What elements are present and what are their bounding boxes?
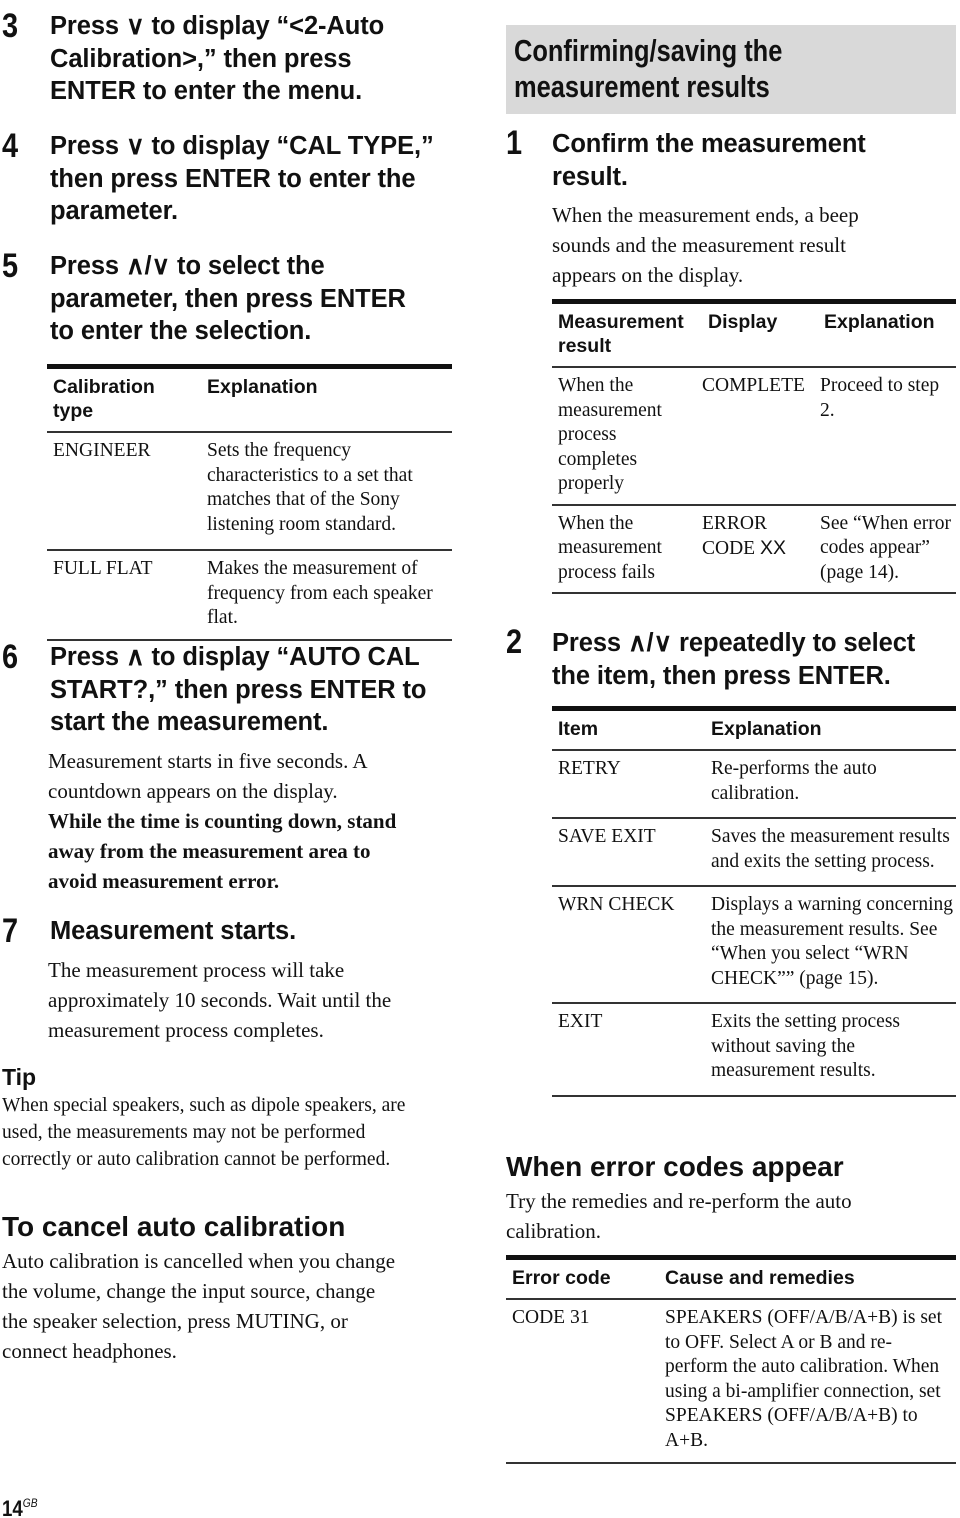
step-title: Press ∧ to display “AUTO CAL START?,” th…: [50, 643, 427, 736]
table-row: WRN CHECK Displays a warning concerning …: [552, 886, 956, 1004]
calibration-type-table: Calibration type Explanation ENGINEER Se…: [47, 364, 452, 641]
table-row: CODE 31 SPEAKERS (OFF/A/B/A+B) is set to…: [506, 1299, 956, 1464]
step-number: 6: [2, 638, 19, 676]
column-header: Measurement result: [552, 299, 702, 368]
table-row: SAVE EXIT Saves the measurement results …: [552, 818, 956, 887]
column-header: Explanation: [818, 299, 956, 368]
result-display: ERROR CODE XX: [702, 504, 818, 594]
table-row: When the measurement process completes p…: [552, 367, 956, 506]
error-remedy: SPEAKERS (OFF/A/B/A+B) is set to OFF. Se…: [659, 1299, 956, 1464]
error-codes-intro: Try the remedies and re-perform the auto…: [506, 1189, 852, 1243]
step-title: Press ∨ to display “CAL TYPE,” then pres…: [50, 132, 434, 225]
section-banner: Confirming/saving the measurement result…: [506, 25, 956, 114]
column-header: Cause and remedies: [659, 1255, 956, 1300]
result-condition: When the measurement process fails: [552, 504, 702, 594]
step-number: 5: [2, 247, 19, 285]
tip-heading: Tip: [2, 1064, 37, 1090]
table-row: RETRY Re-performs the auto calibration.: [552, 750, 956, 819]
step-number: 4: [2, 127, 19, 165]
column-header: Calibration type: [47, 364, 201, 433]
error-code-placeholder: XX: [759, 537, 786, 559]
item-name: WRN CHECK: [552, 886, 705, 1004]
section-title: Confirming/saving the measurement result…: [514, 33, 783, 104]
step-title: Press ∨ to display “<2-Auto Calibration>…: [50, 12, 385, 105]
error-code: CODE 31: [506, 1299, 659, 1464]
tip-text: When special speakers, such as dipole sp…: [2, 1095, 406, 1170]
column-header: Explanation: [201, 364, 452, 433]
step-description: The measurement process will take approx…: [48, 958, 392, 1042]
table-row: When the measurement process fails ERROR…: [552, 504, 956, 594]
item-explanation: Saves the measurement results and exits …: [705, 818, 956, 887]
item-table: Item Explanation RETRY Re-performs the a…: [552, 706, 956, 1097]
column-header: Error code: [506, 1255, 659, 1300]
table-row: EXIT Exits the setting process without s…: [552, 1003, 956, 1097]
column-header: Explanation: [705, 706, 956, 751]
warning-text: avoid measurement error.: [48, 869, 280, 893]
step-title: Confirm the measurement result.: [552, 130, 866, 191]
column-header: Display: [702, 299, 818, 368]
step-title: Press ∧/∨ repeatedly to select the item,…: [552, 629, 916, 690]
step-number: 1: [506, 124, 523, 162]
error-codes-heading: When error codes appear: [506, 1151, 844, 1182]
table-header-row: Calibration type Explanation: [47, 364, 452, 433]
item-name: SAVE EXIT: [552, 818, 705, 887]
warning-text: While the time is counting down, stand: [48, 809, 397, 833]
result-display: COMPLETE: [702, 367, 818, 506]
result-explanation: See “When error codes appear” (page 14).: [818, 504, 956, 594]
measurement-result-table: Measurement result Display Explanation W…: [552, 299, 956, 594]
cancel-text: Auto calibration is cancelled when you c…: [2, 1249, 396, 1363]
table-header-row: Item Explanation: [552, 706, 956, 751]
item-explanation: Re-performs the auto calibration.: [705, 750, 956, 819]
calibration-explanation: Sets the frequency characteristics to a …: [201, 432, 452, 551]
table-header-row: Error code Cause and remedies: [506, 1255, 956, 1300]
step-number: 2: [506, 623, 523, 661]
calibration-type: ENGINEER: [47, 432, 201, 551]
error-code-table: Error code Cause and remedies CODE 31 SP…: [506, 1255, 956, 1464]
table-row: FULL FLAT Makes the measurement of frequ…: [47, 550, 452, 641]
step-title: Measurement starts.: [50, 917, 297, 945]
item-explanation: Exits the setting process without saving…: [705, 1003, 956, 1097]
step-number: 3: [2, 7, 19, 45]
step-title: Press ∧/∨ to select the parameter, then …: [50, 252, 406, 345]
table-row: ENGINEER Sets the frequency characterist…: [47, 432, 452, 551]
step-description: When the measurement ends, a beep sounds…: [552, 203, 859, 287]
item-name: RETRY: [552, 750, 705, 819]
item-explanation: Displays a warning concerning the measur…: [705, 886, 956, 1004]
cancel-heading: To cancel auto calibration: [2, 1211, 346, 1242]
column-header: Item: [552, 706, 705, 751]
result-condition: When the measurement process completes p…: [552, 367, 702, 506]
step-number: 7: [2, 912, 19, 950]
item-name: EXIT: [552, 1003, 705, 1097]
result-explanation: Proceed to step 2.: [818, 367, 956, 506]
calibration-explanation: Makes the measurement of frequency from …: [201, 550, 452, 641]
page-number: 14GB: [2, 1496, 38, 1518]
calibration-type: FULL FLAT: [47, 550, 201, 641]
step-description: Measurement starts in five seconds. A co…: [48, 746, 468, 896]
table-header-row: Measurement result Display Explanation: [552, 299, 956, 368]
warning-text: away from the measurement area to: [48, 839, 371, 863]
